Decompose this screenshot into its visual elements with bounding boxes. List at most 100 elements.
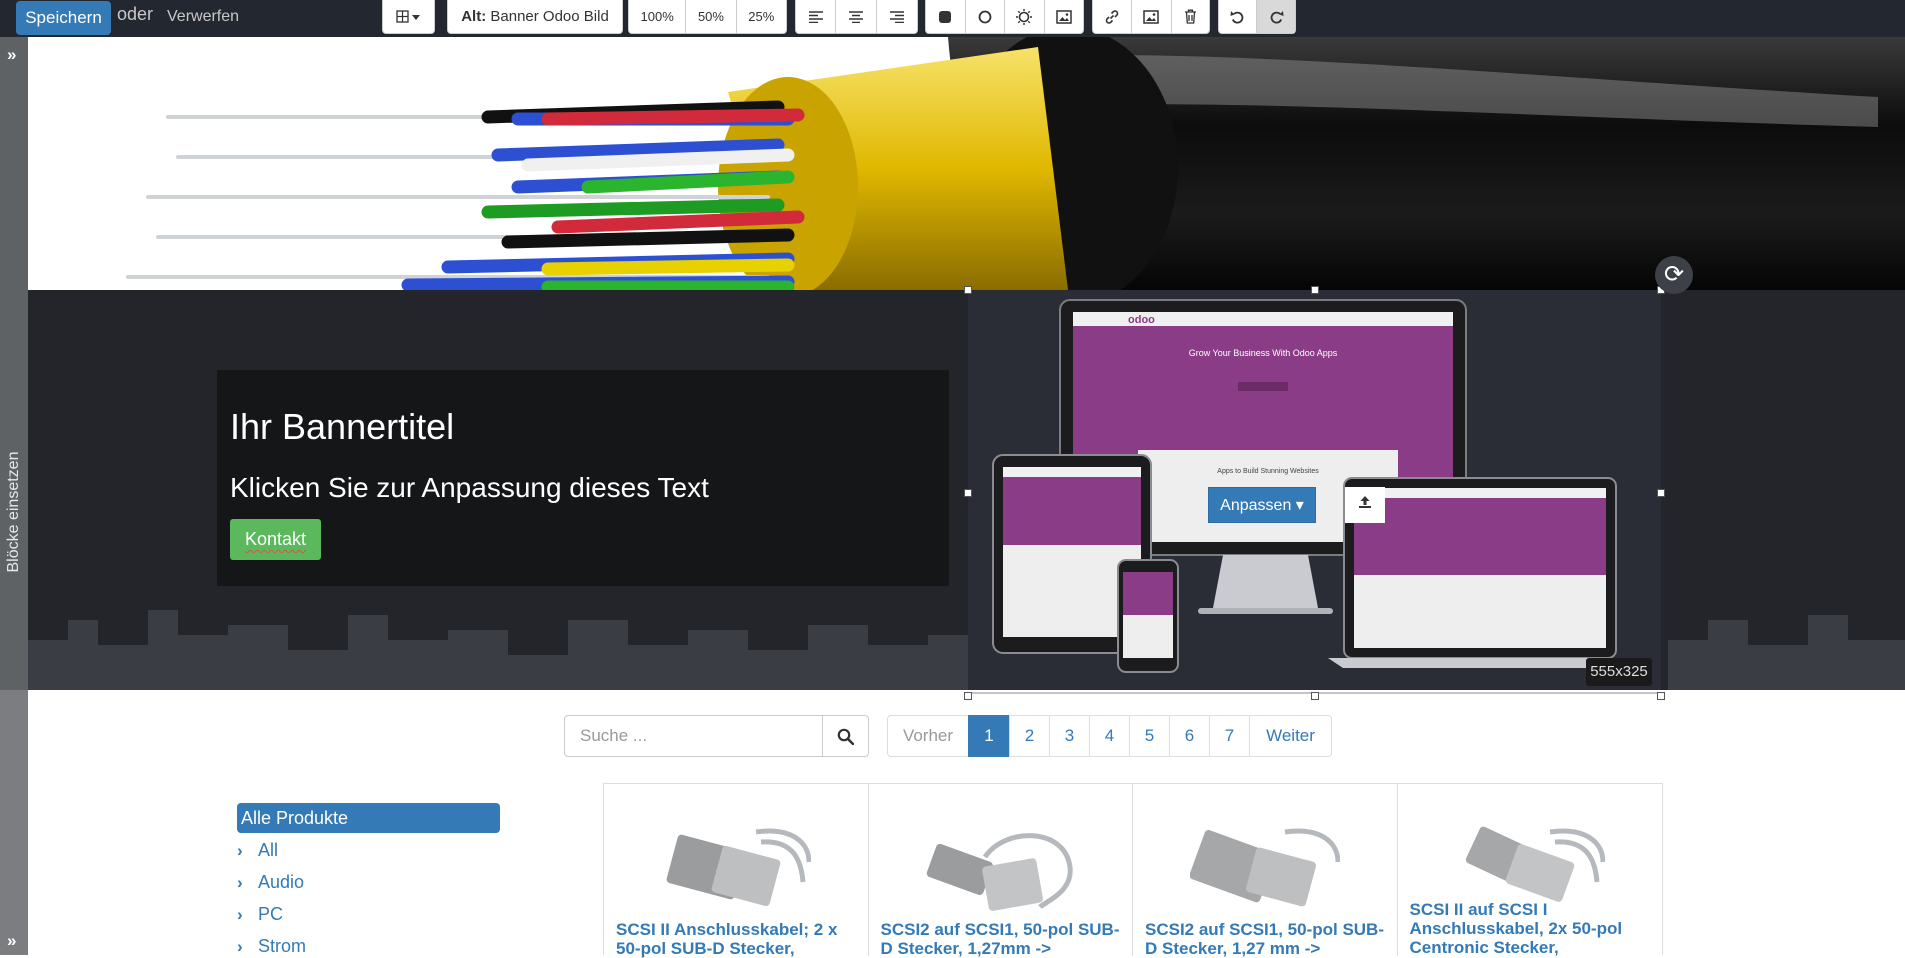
contact-button[interactable]: Kontakt (230, 519, 321, 560)
shape-circle-button[interactable] (966, 0, 1005, 33)
history-group (1218, 0, 1296, 34)
category-all-products[interactable]: Alle Produkte (237, 803, 500, 833)
product-name[interactable]: SCSI2 auf SCSI1, 50-pol SUB-D Stecker, 1… (881, 920, 1126, 958)
product-card[interactable]: SCSI II Anschlusskabel; 2 x 50-pol SUB-D… (604, 784, 869, 958)
link-icon (1105, 9, 1119, 24)
expand-chevron-icon[interactable]: » (7, 45, 16, 65)
insert-blocks-label[interactable]: Blöcke einsetzen (5, 452, 23, 573)
alt-text-button[interactable]: Alt: Banner Odoo Bild (448, 0, 622, 33)
size-50-button[interactable]: 50% (686, 0, 737, 33)
category-label: PC (258, 904, 284, 924)
fiber-cable-image (28, 37, 1905, 290)
product-image (927, 833, 1073, 911)
resize-handle-w[interactable] (964, 489, 972, 497)
align-right-icon (889, 10, 904, 23)
pager-page-1[interactable]: 1 (968, 715, 1010, 757)
resize-handle-s[interactable] (1311, 692, 1319, 700)
banner-title[interactable]: Ihr Bannertitel (230, 406, 454, 448)
image-actions-group (1092, 0, 1210, 34)
category-label: Strom (258, 936, 307, 956)
product-card[interactable]: SCSI II auf SCSI I Anschlusskabel, 2x 50… (1398, 784, 1663, 957)
pager-prev[interactable]: Vorher (887, 715, 969, 757)
shape-rounded-button[interactable] (926, 0, 966, 33)
chevron-right-icon: › (237, 840, 243, 860)
resize-handle-se[interactable] (1657, 692, 1665, 700)
product-grid: SCSI II Anschlusskabel; 2 x 50-pol SUB-D… (603, 783, 1663, 958)
discard-button[interactable]: Verwerfen (167, 8, 239, 26)
monitor-logo: odoo (1128, 314, 1155, 326)
size-25-button[interactable]: 25% (737, 0, 786, 33)
category-item-strom[interactable]: › Strom (237, 936, 306, 957)
pager-page-2[interactable]: 2 (1009, 715, 1050, 757)
pager-page-5[interactable]: 5 (1129, 715, 1170, 757)
redo-icon (1270, 11, 1283, 24)
alt-prefix: Alt: (461, 8, 487, 25)
pager-next[interactable]: Weiter (1249, 715, 1332, 757)
banner-subtitle[interactable]: Klicken Sie zur Anpassung dieses Text (230, 472, 709, 504)
product-name[interactable]: SCSI II Anschlusskabel; 2 x 50-pol SUB-D… (616, 920, 861, 958)
category-label: Audio (258, 872, 305, 892)
circle-icon (978, 10, 992, 23)
resize-handle-sw[interactable] (964, 692, 972, 700)
align-center-button[interactable] (836, 0, 877, 33)
product-card[interactable]: SCSI2 auf SCSI1, 50-pol SUB-D Stecker, 1… (869, 784, 1133, 958)
product-name[interactable]: SCSI II auf SCSI I Anschlusskabel, 2x 50… (1410, 900, 1655, 957)
size-100-button[interactable]: 100% (629, 0, 687, 33)
product-image (1189, 828, 1340, 907)
sidebar-lower-area (0, 690, 28, 955)
picture-icon (1056, 9, 1072, 24)
shape-group (925, 0, 1084, 34)
expand-chevron-bottom-icon[interactable]: » (7, 931, 16, 951)
search-button[interactable] (822, 715, 869, 757)
category-item-pc[interactable]: › PC (237, 904, 283, 925)
refresh-icon[interactable]: ⟳ (1655, 256, 1693, 294)
alt-value: Banner Odoo Bild (490, 8, 609, 25)
pager-page-3[interactable]: 3 (1049, 715, 1090, 757)
category-item-audio[interactable]: › Audio (237, 872, 304, 893)
image-size-badge: 555x325 (1586, 658, 1652, 686)
shape-thumbnail-button[interactable] (1045, 0, 1084, 33)
product-name[interactable]: SCSI2 auf SCSI1, 50-pol SUB-D Stecker, 1… (1145, 920, 1390, 958)
pager-page-4[interactable]: 4 (1089, 715, 1130, 757)
pager-page-6[interactable]: 6 (1169, 715, 1210, 757)
product-image (666, 828, 811, 907)
or-label: oder (117, 4, 154, 24)
category-item-all[interactable]: › All (237, 840, 278, 861)
product-card[interactable]: SCSI2 auf SCSI1, 50-pol SUB-D Stecker, 1… (1133, 784, 1398, 958)
resize-handle-nw[interactable] (964, 286, 972, 294)
search-input[interactable]: Suche ... (564, 715, 823, 757)
trash-icon (1184, 9, 1196, 24)
align-left-button[interactable] (796, 0, 837, 33)
upload-icon (1359, 496, 1371, 508)
align-left-icon (808, 10, 823, 23)
resize-handle-n[interactable] (1311, 286, 1319, 294)
customize-button[interactable]: Anpassen ▾ (1208, 487, 1316, 523)
layout-dropdown-button[interactable] (383, 0, 434, 33)
fiber-cable-illustration (126, 37, 1905, 290)
customize-label: Anpassen (1220, 497, 1292, 514)
resize-handle-e[interactable] (1657, 489, 1665, 497)
grid-icon (395, 9, 420, 23)
banner-text-box[interactable]: Ihr Bannertitel Klicken Sie zur Anpassun… (217, 370, 949, 586)
pagination: Vorher 1 2 3 4 5 6 7 Weiter (887, 715, 1332, 757)
monitor-tagline: Apps to Build Stunning Websites (1217, 468, 1319, 475)
rounded-square-icon (939, 10, 952, 23)
chevron-right-icon: › (237, 904, 243, 924)
undo-button[interactable] (1219, 0, 1258, 33)
delete-button[interactable] (1172, 0, 1209, 33)
save-button[interactable]: Speichern (16, 1, 111, 35)
category-label: All (258, 840, 279, 860)
shape-shadow-button[interactable] (1005, 0, 1045, 33)
redo-button[interactable] (1257, 0, 1295, 33)
undo-icon (1230, 11, 1244, 24)
align-group (795, 0, 918, 34)
layout-dropdown-group (382, 0, 435, 34)
pager-page-7[interactable]: 7 (1209, 715, 1250, 757)
align-right-button[interactable] (877, 0, 917, 33)
link-button[interactable] (1093, 0, 1133, 33)
replace-image-button[interactable] (1132, 0, 1172, 33)
upload-button[interactable] (1345, 487, 1385, 523)
image-icon (1143, 9, 1160, 24)
monitor-headline: Grow Your Business With Odoo Apps (1189, 348, 1338, 358)
size-group: 100% 50% 25% (628, 0, 787, 34)
